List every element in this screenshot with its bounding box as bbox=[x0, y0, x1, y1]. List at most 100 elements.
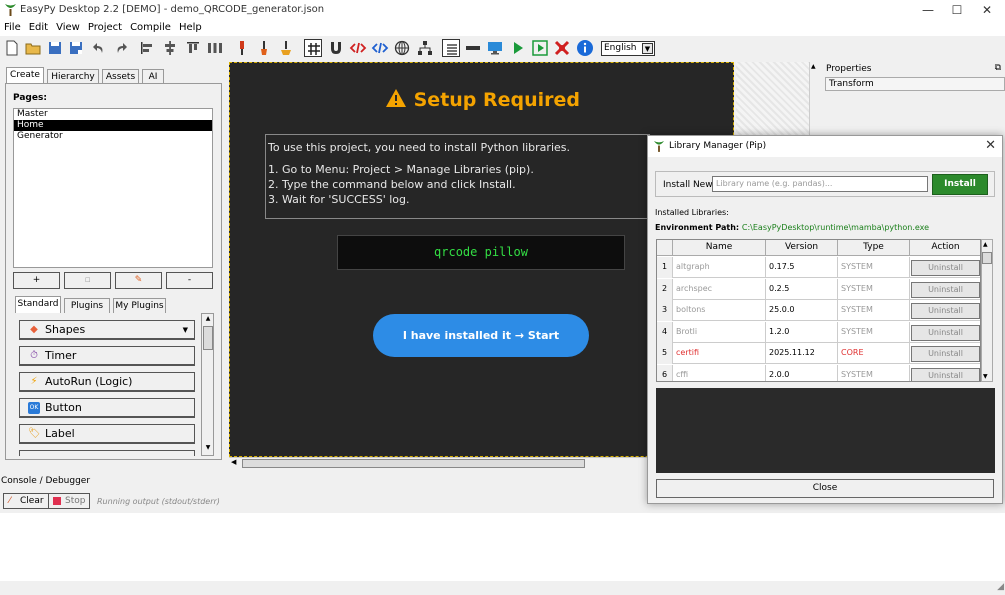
tab-hierarchy[interactable]: Hierarchy bbox=[47, 69, 99, 84]
tab-my-plugins[interactable]: My Plugins bbox=[113, 298, 166, 313]
table-row[interactable]: 3 boltons 25.0.0 SYSTEM Uninstall bbox=[657, 300, 980, 321]
components-scrollbar[interactable]: ▲ ▼ bbox=[201, 313, 214, 456]
uninstall-button[interactable]: Uninstall bbox=[911, 303, 980, 319]
component-label-text: Label bbox=[45, 427, 75, 440]
language-select[interactable]: English ▼ bbox=[601, 41, 655, 56]
align-center-icon[interactable] bbox=[161, 39, 179, 57]
monitor-icon[interactable] bbox=[486, 39, 504, 57]
open-folder-icon[interactable] bbox=[24, 39, 42, 57]
scroll-up-icon[interactable]: ▲ bbox=[203, 315, 213, 325]
component-timer[interactable]: ⏱ Timer bbox=[19, 346, 195, 366]
hierarchy-icon[interactable] bbox=[416, 39, 434, 57]
scroll-up-icon[interactable]: ▲ bbox=[811, 63, 816, 70]
add-page-button[interactable]: + bbox=[13, 272, 60, 289]
code-red-icon[interactable] bbox=[349, 39, 367, 57]
menu-help[interactable]: Help bbox=[175, 20, 206, 33]
tab-create[interactable]: Create bbox=[6, 67, 44, 84]
table-row[interactable]: 6 cffi 2.0.0 SYSTEM Uninstall bbox=[657, 364, 980, 381]
close-icon[interactable]: ✕ bbox=[985, 138, 996, 153]
install-button[interactable]: Install bbox=[932, 174, 988, 195]
menu-compile[interactable]: Compile bbox=[126, 20, 175, 33]
scroll-down-icon[interactable]: ▼ bbox=[203, 444, 213, 454]
tab-ai[interactable]: AI bbox=[142, 69, 164, 84]
info-icon[interactable] bbox=[576, 39, 594, 57]
undock-icon[interactable]: ⧉ bbox=[995, 63, 1001, 73]
menu-file[interactable]: File bbox=[0, 20, 25, 33]
stop-debug-icon[interactable] bbox=[553, 39, 571, 57]
component-autorun[interactable]: ⚡ AutoRun (Logic) bbox=[19, 372, 195, 392]
clear-button[interactable]: ⁄ Clear bbox=[3, 493, 49, 509]
save-icon[interactable] bbox=[46, 39, 64, 57]
table-row[interactable]: 5 certifi 2025.11.12 CORE Uninstall bbox=[657, 343, 980, 364]
delete-page-button[interactable]: - bbox=[166, 272, 213, 289]
dialog-title-bar: Library Manager (Pip) ✕ bbox=[648, 136, 1002, 157]
align-top-icon[interactable] bbox=[184, 39, 202, 57]
brush-yellow-icon[interactable] bbox=[277, 39, 295, 57]
table-row[interactable]: 2 archspec 0.2.5 SYSTEM Uninstall bbox=[657, 278, 980, 300]
library-manager-dialog: Library Manager (Pip) ✕ Install New: Lib… bbox=[647, 135, 1003, 504]
rename-page-button[interactable]: ✎ bbox=[115, 272, 162, 289]
new-file-icon[interactable] bbox=[3, 39, 21, 57]
component-label[interactable]: 🏷 Label bbox=[19, 424, 195, 444]
properties-title: Properties bbox=[826, 64, 872, 74]
list-view-icon[interactable] bbox=[442, 39, 460, 57]
page-item-generator[interactable]: Generator bbox=[14, 131, 212, 142]
undo-icon[interactable] bbox=[90, 39, 108, 57]
component-button[interactable]: OK Button bbox=[19, 398, 195, 418]
save-as-icon[interactable] bbox=[67, 39, 85, 57]
run-icon[interactable] bbox=[509, 39, 527, 57]
column-header-type[interactable]: Type bbox=[838, 240, 910, 256]
close-window-button[interactable]: ✕ bbox=[972, 0, 1002, 20]
tab-assets[interactable]: Assets bbox=[102, 69, 139, 84]
code-blue-icon[interactable] bbox=[371, 39, 389, 57]
tab-plugins[interactable]: Plugins bbox=[64, 298, 110, 313]
menu-edit[interactable]: Edit bbox=[25, 20, 52, 33]
page-item-master[interactable]: Master bbox=[14, 109, 212, 120]
uninstall-button[interactable]: Uninstall bbox=[911, 346, 980, 362]
brush-orange-icon[interactable] bbox=[255, 39, 273, 57]
component-shapes[interactable]: ◆ Shapes ▼ bbox=[19, 320, 195, 340]
column-header-name[interactable]: Name bbox=[673, 240, 766, 256]
tab-standard[interactable]: Standard bbox=[15, 296, 61, 313]
table-row[interactable]: 4 Brotli 1.2.0 SYSTEM Uninstall bbox=[657, 321, 980, 343]
stop-label: Stop bbox=[65, 496, 86, 506]
library-version: 25.0.0 bbox=[766, 300, 838, 321]
menu-project[interactable]: Project bbox=[84, 20, 126, 33]
maximize-button[interactable]: ☐ bbox=[942, 0, 972, 20]
uninstall-button[interactable]: Uninstall bbox=[911, 324, 980, 341]
scrollbar-thumb[interactable] bbox=[203, 326, 213, 350]
redo-icon[interactable] bbox=[112, 39, 130, 57]
magnet-icon[interactable] bbox=[327, 39, 345, 57]
uninstall-button[interactable]: Uninstall bbox=[911, 281, 980, 298]
distribute-icon[interactable] bbox=[206, 39, 224, 57]
scroll-left-icon[interactable]: ◀ bbox=[231, 458, 236, 466]
transform-section[interactable]: Transform bbox=[825, 77, 1005, 91]
page-item-home[interactable]: Home bbox=[14, 120, 212, 131]
column-header-version[interactable]: Version bbox=[766, 240, 838, 256]
stop-button[interactable]: Stop bbox=[48, 493, 91, 509]
scrollbar-thumb[interactable] bbox=[242, 459, 585, 468]
console-label: Console / Debugger bbox=[1, 476, 91, 486]
globe-icon[interactable] bbox=[393, 39, 411, 57]
minimize-button[interactable]: — bbox=[913, 0, 943, 20]
duplicate-page-button[interactable]: ▫ bbox=[64, 272, 111, 289]
close-button[interactable]: Close bbox=[656, 479, 994, 498]
align-left-icon[interactable] bbox=[138, 39, 156, 57]
start-button[interactable]: I have installed it → Start bbox=[373, 314, 589, 357]
scroll-down-icon[interactable]: ▼ bbox=[983, 373, 988, 380]
library-name-input[interactable]: Library name (e.g. pandas)... bbox=[712, 176, 928, 192]
uninstall-button[interactable]: Uninstall bbox=[911, 260, 980, 276]
uninstall-button[interactable]: Uninstall bbox=[911, 367, 980, 381]
resize-grip-icon[interactable]: ◢ bbox=[997, 582, 1004, 592]
brush-red-icon[interactable] bbox=[233, 39, 251, 57]
scroll-up-icon[interactable]: ▲ bbox=[983, 241, 988, 248]
pages-label: Pages: bbox=[13, 93, 47, 103]
table-scrollbar[interactable]: ▲ ▼ bbox=[981, 239, 993, 382]
column-header-action[interactable]: Action bbox=[910, 240, 980, 256]
grid-toggle-icon[interactable] bbox=[304, 39, 322, 57]
table-row[interactable]: 1 altgraph 0.17.5 SYSTEM Uninstall bbox=[657, 257, 980, 278]
divider-icon[interactable] bbox=[464, 39, 482, 57]
menu-view[interactable]: View bbox=[52, 20, 84, 33]
scrollbar-thumb[interactable] bbox=[982, 252, 992, 264]
run-window-icon[interactable] bbox=[531, 39, 549, 57]
